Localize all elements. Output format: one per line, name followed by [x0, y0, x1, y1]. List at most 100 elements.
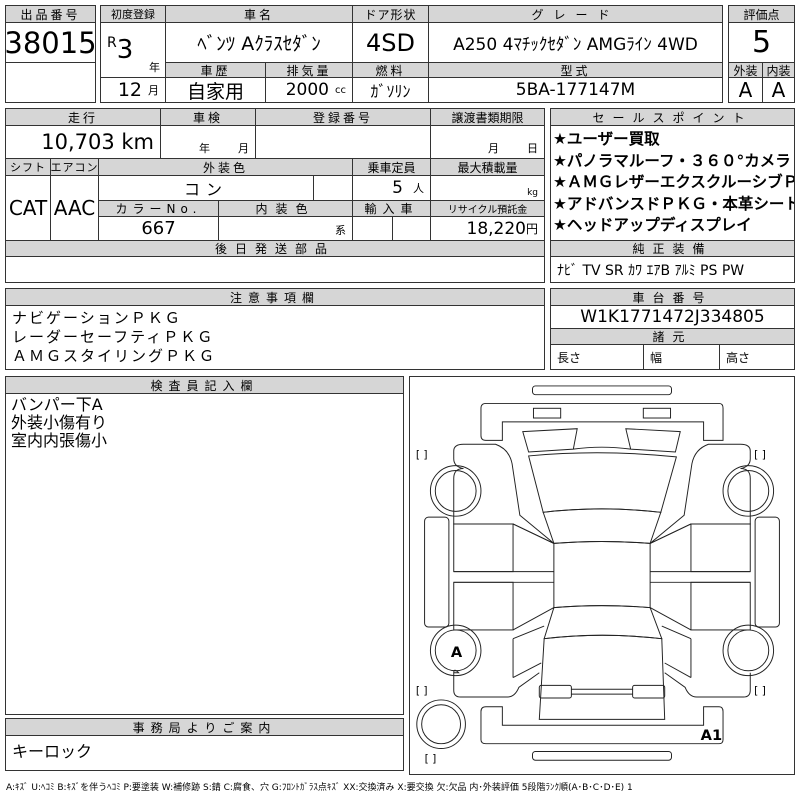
legend-footer: A:ｷｽﾞ U:ﾍｺﾐ B:ｷｽﾞを伴うﾍｺﾐ P:要塗装 W:補修跡 S:錆 … [6, 783, 633, 793]
mileage-label: 走行 [6, 109, 161, 126]
office-message: キーロック [12, 742, 93, 761]
capacity: 5人 [353, 176, 431, 201]
sales-points-list: ★ユーザー買取 ★パノラマルーフ・３６０°カメラ ★ＡＭＧレザーエクスクルーシブ… [551, 126, 794, 241]
color-no-label: カラーNo. [99, 201, 219, 217]
lot-label: 出品番号 [6, 6, 95, 23]
front-right-door [690, 523, 751, 573]
ext-color: コン [99, 176, 314, 201]
rear-left-fender [453, 669, 540, 698]
inspection-month-unit: 月 [238, 142, 249, 155]
wheel-rear-right [722, 624, 775, 677]
capacity-unit: 人 [413, 182, 424, 195]
bracket: [ ] [416, 684, 428, 697]
later-parts [6, 257, 544, 282]
reg-number [256, 126, 431, 159]
bracket: [ ] [416, 448, 428, 461]
note-item: ＡＭＧスタイリングＰＫＧ [12, 347, 217, 365]
rear-right-door [690, 581, 751, 631]
grade-label: グレード [429, 6, 722, 23]
sales-points-label: セールスポイント [551, 109, 794, 126]
note-item: レーダーセーフティＰＫＧ [12, 328, 215, 346]
lot-box: 出品番号 38015 [5, 5, 96, 103]
transfer-month-unit: 月 [488, 142, 499, 155]
car-name: ﾍﾞﾝﾂ Aｸﾗｽｾﾀﾞﾝ [166, 23, 353, 63]
bracket: [ ] [754, 684, 766, 697]
model-label: 型式 [429, 63, 722, 78]
inspector-item: 室内内張傷小 [11, 431, 108, 450]
inspector-label: 検査員記入欄 [6, 377, 403, 394]
score-box: 評価点 5 外装 内装 A A [728, 5, 795, 103]
import-cell-2 [393, 217, 431, 241]
hood [527, 452, 677, 513]
import-cell-1 [353, 217, 393, 241]
exterior-score-label: 外装 [729, 63, 763, 78]
recycle-value: 18,220 [466, 218, 526, 239]
rear-garnish [571, 688, 633, 695]
color-no: 667 [99, 217, 219, 241]
recycle-unit: 円 [525, 222, 538, 236]
capacity-value: 5 [392, 178, 403, 198]
right-pillars [649, 523, 751, 631]
fuel: ｶﾞｿﾘﾝ [353, 78, 429, 102]
bracket: [ ] [754, 448, 766, 461]
notes-list: ナビゲーションＰＫＧ レーダーセーフティＰＫＧ ＡＭＧスタイリングＰＫＧ [6, 306, 544, 369]
later-parts-label: 後日発送部品 [6, 241, 544, 257]
shift: CAT [6, 176, 51, 241]
fuel-label: 燃料 [353, 63, 429, 78]
month: 12 [117, 79, 142, 101]
aircon-label: エアコン [51, 159, 99, 176]
details-block: 走行 10,703 km 車検 年月 登録番号 譲渡書類期限 月日 シフト CA… [5, 108, 545, 283]
displacement-unit: cc [335, 84, 346, 96]
wheel-front-left [429, 465, 482, 517]
transfer-day-unit: 日 [527, 142, 538, 155]
notes-box: 注意事項欄 ナビゲーションＰＫＧ レーダーセーフティＰＫＧ ＡＭＧスタイリングＰ… [5, 288, 545, 370]
max-load: kg [431, 176, 544, 201]
model-code: 5BA-177147M [515, 80, 636, 100]
shift-label: シフト [6, 159, 51, 176]
displacement-value: 2000 [285, 80, 329, 100]
door-type: 4SD [353, 23, 429, 63]
vehicle-info: 初度登録 R 3 年 12 月 車名 ﾍﾞﾝﾂ Aｸﾗｽｾﾀﾞﾝ ドア形状 4S… [100, 5, 723, 103]
inspector-box: 検査員記入欄 バンパー下A 外装小傷有り 室内内張傷小 [5, 376, 404, 715]
auction-sheet: 出品番号 38015 初度登録 R 3 年 12 月 車名 ﾍﾞﾝﾂ Aｸﾗｽｾ… [0, 0, 800, 800]
transfer-date: 月日 [431, 126, 544, 159]
notes-label: 注意事項欄 [6, 289, 544, 306]
grade: A250 4ﾏﾁｯｸｾﾀﾞﾝ AMGﾗｲﾝ 4WD [429, 23, 722, 63]
history-label: 車歴 [166, 63, 266, 78]
headlight-right [642, 407, 672, 419]
grille [522, 428, 681, 453]
chassis-number: W1K1771472J334805 [551, 306, 794, 329]
rear-bumper [480, 706, 724, 745]
import-label: 輸入車 [353, 201, 431, 217]
lot-number: 38015 [6, 23, 95, 63]
front-left-door [453, 523, 514, 573]
door-label: ドア形状 [353, 6, 429, 23]
wheel-front-right [722, 465, 775, 517]
left-side-skirt [424, 516, 450, 628]
ext-color-extra [314, 176, 353, 201]
rear-left-quarter-window [512, 625, 545, 679]
office-box: 事務局よりご案内 キーロック [5, 718, 404, 771]
car-damage-diagram: [ ] [ ] [ ] [ ] [ ] A A1 [409, 376, 795, 775]
left-pillars [453, 523, 555, 631]
mileage: 10,703 km [6, 126, 161, 159]
recycle-label: リサイクル預託金 [431, 201, 544, 217]
reg-number-label: 登録番号 [256, 109, 431, 126]
windshield [542, 508, 662, 544]
score-label: 評価点 [729, 6, 794, 23]
inspection-date: 年月 [161, 126, 256, 159]
taillight-right [632, 684, 666, 699]
chassis-box: 車台番号 W1K1771472J334805 諸元 長さ 幅 高さ [550, 288, 795, 370]
sales-point: ★ユーザー買取 [553, 130, 660, 148]
displacement-label: 排気量 [266, 63, 353, 78]
right-side-skirt [754, 516, 780, 628]
sales-point: ★ヘッドアップディスプレイ [553, 216, 752, 234]
sales-point: ★パノラマルーフ・３６０°カメラ [553, 151, 791, 170]
month-unit: 月 [148, 84, 159, 97]
roof [553, 540, 651, 609]
rear-window [543, 605, 663, 640]
damage-mark-left-rear-wheel: A [451, 644, 463, 661]
front-bumper [480, 402, 724, 441]
headlight-left [532, 407, 562, 419]
first-reg-month: 12 月 [101, 78, 166, 102]
